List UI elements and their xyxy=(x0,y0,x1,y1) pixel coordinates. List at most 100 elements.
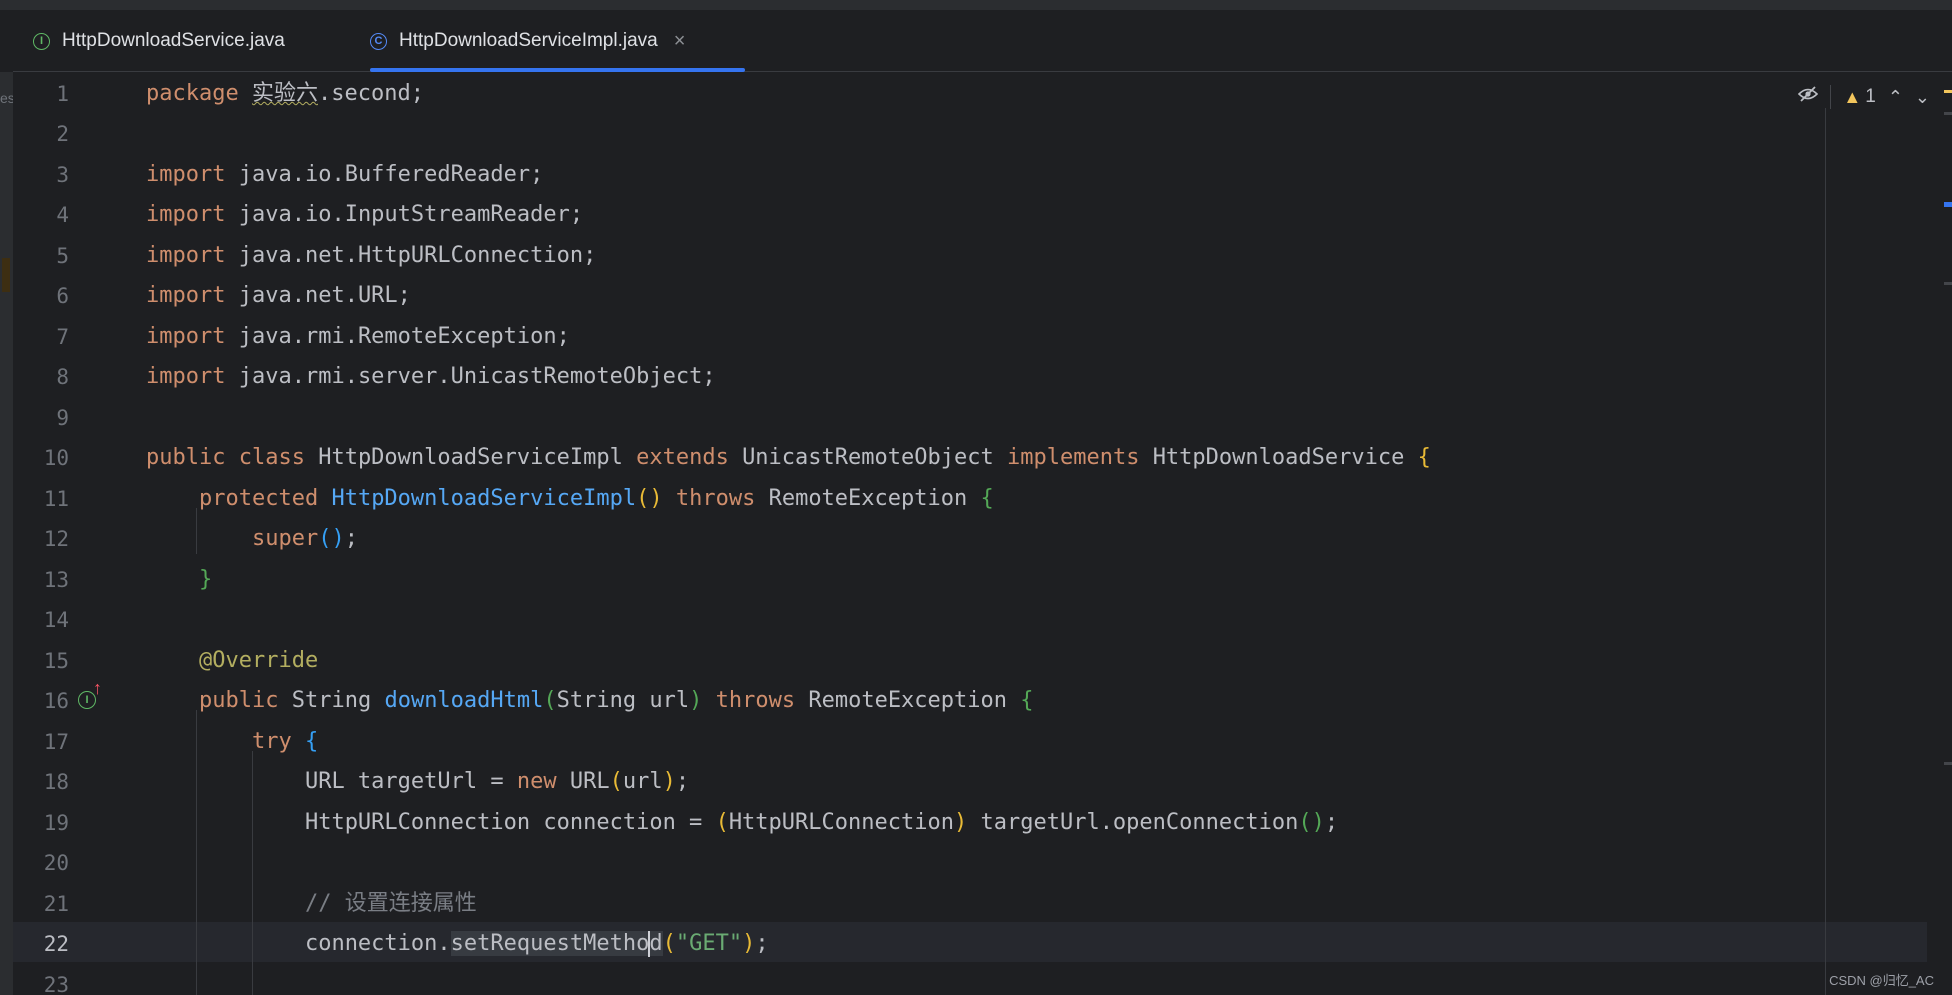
scrollbar-caret-mark xyxy=(1944,202,1952,207)
keyword: extends xyxy=(636,445,729,470)
chevron-down-icon[interactable]: ⌄ xyxy=(1915,87,1930,108)
scrollbar-mark xyxy=(1944,112,1952,115)
keyword: import xyxy=(146,162,226,187)
editor-tab-bar: I HttpDownloadService.java C HttpDownloa… xyxy=(13,10,1952,72)
line-number: 1 xyxy=(56,82,69,106)
code-line: try { xyxy=(146,722,318,762)
code-text: HttpDownloadService xyxy=(1152,445,1405,470)
watermark: CSDN @归忆_AC xyxy=(1829,973,1934,988)
code-line: public class HttpDownloadServiceImpl ext… xyxy=(146,438,1431,478)
keyword: import xyxy=(146,324,226,349)
code-text: d xyxy=(649,931,663,956)
code-line: import java.rmi.server.UnicastRemoteObje… xyxy=(146,357,716,397)
code-text: .second; xyxy=(317,81,424,106)
brace: { xyxy=(980,486,994,511)
right-margin-guide xyxy=(1825,108,1826,995)
keyword: new xyxy=(516,769,557,794)
string-literal: "GET" xyxy=(675,931,743,956)
line-number-gutter[interactable]: 1 2 3 4 5 6 7 8 9 10 11 12 13 14 15 16 1… xyxy=(13,72,143,995)
code-line: import java.io.BufferedReader; xyxy=(146,155,543,195)
line-number: 23 xyxy=(43,973,69,995)
brace: { xyxy=(1417,445,1431,470)
code-text: java.net.URL; xyxy=(238,283,411,308)
tab-label: HttpDownloadServiceImpl.java xyxy=(399,30,658,51)
parens: ( xyxy=(662,931,676,956)
package-name-warning: 实验六 xyxy=(251,81,318,106)
line-number: 19 xyxy=(43,811,69,835)
tab-http-download-service-impl[interactable]: C HttpDownloadServiceImpl.java × xyxy=(370,10,745,72)
code-line: super(); xyxy=(146,519,358,559)
parens: ( xyxy=(715,810,729,835)
line-number: 17 xyxy=(43,730,69,754)
keyword: import xyxy=(146,202,226,227)
code-text: ; xyxy=(675,769,690,794)
code-text: url xyxy=(622,769,663,794)
parens: () xyxy=(636,486,663,511)
code-text: ; xyxy=(344,526,358,551)
project-panel-edge[interactable]: es xyxy=(0,72,15,995)
scrollbar-mark xyxy=(1944,762,1952,765)
line-number: 20 xyxy=(43,851,69,875)
code-text: URL targetUrl = xyxy=(304,769,517,794)
code-text: String xyxy=(291,688,372,713)
code-editor[interactable]: 1 2 3 4 5 6 7 8 9 10 11 12 13 14 15 16 1… xyxy=(13,72,1952,995)
separator xyxy=(1830,85,1832,109)
code-text: RemoteException xyxy=(768,486,968,511)
editor-scrollbar[interactable] xyxy=(1938,82,1952,995)
parens: ) xyxy=(953,810,968,835)
code-line: import java.net.HttpURLConnection; xyxy=(146,236,596,276)
code-text: java.net.HttpURLConnection; xyxy=(238,243,597,268)
go-to-super-arrow-icon[interactable]: ↑ xyxy=(93,678,102,699)
keyword: implements xyxy=(1006,445,1140,470)
interface-icon: I xyxy=(33,32,50,50)
project-panel-selection xyxy=(2,258,10,292)
line-number: 15 xyxy=(43,649,69,673)
code-text: UnicastRemoteObject xyxy=(742,445,994,470)
code-line: } xyxy=(146,560,212,600)
code-text: java.rmi.server.UnicastRemoteObject; xyxy=(238,364,716,389)
close-icon[interactable]: × xyxy=(674,30,686,53)
code-line: @Override xyxy=(146,641,318,681)
code-line: import java.rmi.RemoteException; xyxy=(146,317,570,357)
line-number: 4 xyxy=(56,203,69,227)
code-line: // 设置连接属性 xyxy=(146,884,477,924)
code-line: import java.io.InputStreamReader; xyxy=(146,195,583,235)
code-line: protected HttpDownloadServiceImpl() thro… xyxy=(146,479,994,519)
window-top-strip xyxy=(0,0,1952,10)
chevron-up-icon[interactable]: ⌃ xyxy=(1888,87,1903,108)
keyword: public xyxy=(198,688,279,713)
keyword: protected xyxy=(198,486,319,511)
code-line: package 实验六.second; xyxy=(146,74,424,114)
eye-hidden-icon[interactable] xyxy=(1798,86,1819,108)
parens: () xyxy=(1298,810,1325,835)
keyword: import xyxy=(146,243,226,268)
parens: ) xyxy=(662,769,676,794)
keyword: throws xyxy=(715,688,796,713)
line-number: 18 xyxy=(43,770,69,794)
line-number: 2 xyxy=(56,122,69,146)
line-number: 5 xyxy=(56,244,69,268)
keyword: import xyxy=(146,283,226,308)
line-number: 6 xyxy=(56,284,69,308)
class-name: HttpDownloadServiceImpl xyxy=(318,445,623,470)
line-number: 16 xyxy=(43,689,69,713)
parens: ( xyxy=(543,688,557,713)
keyword: public class xyxy=(146,445,305,470)
line-number: 12 xyxy=(43,527,69,551)
line-number: 13 xyxy=(43,568,69,592)
code-text: URL xyxy=(569,769,610,794)
warnings-indicator[interactable]: ▲ 1 xyxy=(1843,86,1875,108)
function-name: downloadHtml xyxy=(384,688,544,713)
code-text: ; xyxy=(1324,810,1339,835)
class-icon: C xyxy=(370,32,387,50)
tab-label: HttpDownloadService.java xyxy=(62,30,285,51)
annotation: @Override xyxy=(198,648,319,673)
parens: ) xyxy=(689,688,703,713)
code-text: String url xyxy=(556,688,690,713)
brace: { xyxy=(304,729,319,754)
tab-http-download-service[interactable]: I HttpDownloadService.java xyxy=(33,10,285,72)
code-comment: // 设置连接属性 xyxy=(304,891,477,916)
code-text: java.io.InputStreamReader; xyxy=(238,202,584,227)
keyword: package xyxy=(146,81,239,106)
code-text: java.rmi.RemoteException; xyxy=(238,324,570,349)
